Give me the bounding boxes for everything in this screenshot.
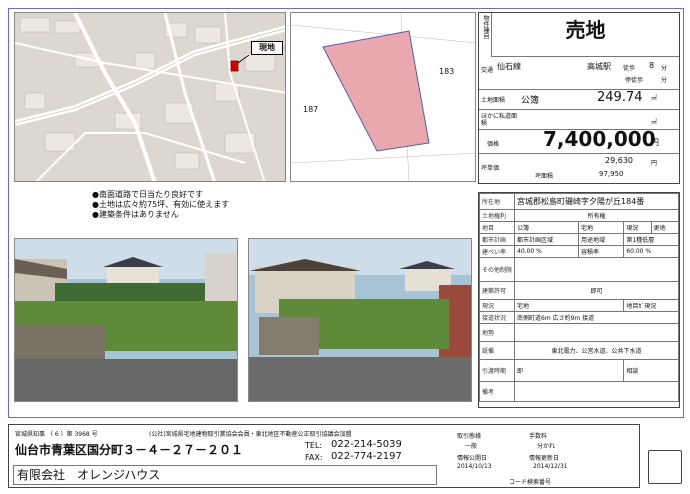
far-value: 60.00 (626, 248, 644, 255)
transport-label: 交通 (481, 67, 494, 74)
land-area-value: 249.74 (597, 90, 643, 105)
tel-label: TEL: (305, 441, 323, 450)
lot-number-left: 187 (303, 105, 319, 114)
location-map: 現地 (14, 12, 286, 182)
price-panel: 物件種目 売地 交通 仙石線 高城駅 徒歩 8 分 停徒歩 分 土地面積 公簿 … (478, 12, 680, 184)
price-unit: 円 (651, 138, 659, 147)
lot-number-right: 183 (439, 67, 455, 76)
rights-value: 所有権 (514, 209, 679, 222)
station-name: 高城駅 (587, 62, 611, 71)
company-address: 仙台市青葉区国分町３－４－２７－２０１ (15, 443, 244, 457)
land-area-unit: ㎡ (651, 95, 658, 102)
coverage-label: 建ぺい率 (478, 245, 516, 258)
feature-list: ●南面道路で日当たり良好です ●土地は広々約75坪、有効に使えます ●建築条件は… (92, 190, 392, 220)
category-kobo: 公簿 (514, 221, 580, 234)
category-label: 地目 (478, 221, 516, 234)
broker-footer: 宮城県知事 （ 6 ）第 3968 号 (公社)宮城県宅地建物取引業協会会員・東… (8, 424, 640, 488)
date-published: 2014/10/13 (457, 463, 492, 470)
feature-item: ●土地は広々約75坪、有効に使えます (92, 200, 230, 209)
site-photo-2-image (249, 239, 471, 401)
date-updated-label: 情報更新日 (529, 455, 560, 462)
use-value: 第1種低層 (623, 233, 679, 246)
zoning-label: 都市計画 (478, 233, 516, 246)
category-kobo-value: 宅地 (578, 221, 625, 234)
walk-label-bus: 停徒歩 (625, 77, 644, 84)
current-value: 宅地 (514, 299, 625, 312)
feature-item: ●南面道路で日当たり良好です (92, 190, 203, 199)
use-label: 用途地域 (578, 233, 625, 246)
rights-label: 土地権利 (478, 209, 516, 222)
property-type-title: 売地 (491, 13, 679, 57)
site-label: 現地 (251, 41, 283, 55)
tsubo-area-value: 97,950 (599, 170, 624, 178)
land-area-label: 土地面積 (481, 97, 506, 104)
category-genkyo: 現況 (623, 221, 652, 234)
date-updated: 2014/12/31 (533, 463, 568, 470)
road-label: 接道状況 (478, 311, 516, 324)
terrain-label: 地勢 (478, 323, 516, 342)
site-photo-2 (248, 238, 472, 402)
fax-label: FAX: (305, 453, 323, 462)
delivery-label: 引渡時期 (478, 359, 516, 382)
map-roads (15, 13, 285, 181)
delivery-b: 相談 (623, 359, 679, 382)
site-photo-1-image (15, 239, 237, 401)
far-unit: % (645, 248, 652, 255)
private-road-unit: ㎡ (651, 119, 658, 126)
private-road-label: ほかに私道面積 (481, 113, 518, 127)
tsubo-area-label: 坪面積 (535, 173, 554, 180)
facilities-value: 東北電力、公営水道、公共下水道 (514, 341, 679, 360)
other-limit-label: その他制限 (478, 257, 516, 282)
railway-line: 仙石線 (497, 62, 521, 71)
details-panel: 所在地 宮城郡松島町磯崎字夕陽が丘184番 土地権利 所有権 地目 公簿 宅地 … (478, 192, 680, 408)
permit-value: 即可 (514, 281, 679, 300)
delivery-a: 即 (514, 359, 625, 382)
site-photo-1 (14, 238, 238, 402)
date-published-label: 情報公開日 (457, 455, 488, 462)
permit-label: 建築許可 (478, 281, 516, 300)
walk-unit-bus: 分 (661, 77, 668, 84)
license-number: 宮城県知事 （ 6 ）第 3968 号 (15, 431, 98, 438)
location-value: 宮城郡松島町磯崎字夕陽が丘184番 (514, 193, 679, 210)
association-text: (公社)宮城県宅地建物取引業協会会員・東北地区不動産公正取引協議会加盟 (149, 431, 352, 438)
tsubo-price-unit: 円 (651, 160, 658, 167)
fee-label: 手数料 (529, 433, 548, 440)
feature-item: ●建築条件はありません (92, 210, 179, 219)
fax-number: 022-774-2197 (331, 451, 402, 462)
walk-unit: 分 (661, 65, 668, 72)
deal-label: 取引態様 (457, 433, 482, 440)
plot-plan: 187 183 (290, 12, 476, 182)
code-label: コード (509, 479, 528, 486)
current-note: 地目ｶﾞ現況 (623, 299, 679, 312)
price-value: 7,400,000 (543, 127, 656, 151)
type-side-label: 物件種目 (482, 15, 489, 39)
zoning-value: 都市計画区域 (514, 233, 580, 246)
coverage-value: 40.00 (517, 248, 535, 255)
current-label: 現況 (478, 299, 516, 312)
facilities-label: 設備 (478, 341, 516, 360)
remarks-label: 備考 (478, 381, 516, 402)
plot-shape (291, 13, 475, 181)
category-genkyo-value: 更地 (650, 221, 680, 234)
location-label: 所在地 (478, 193, 516, 210)
coverage-unit: % (536, 248, 542, 255)
tel-number: 022-214-5039 (331, 439, 402, 450)
tsubo-price-label: 坪単価 (481, 165, 500, 172)
deal-value: 一般 (465, 443, 478, 450)
details-table: 所在地 宮城郡松島町磯崎字夕陽が丘184番 土地権利 所有権 地目 公簿 宅地 … (478, 193, 680, 402)
road-value: 南側町道6m 広さ約9m 接道 (514, 311, 679, 324)
land-area-type: 公簿 (521, 96, 540, 106)
walk-label: 徒歩 (623, 65, 636, 72)
company-name: 有限会社 オレンジハウス (17, 468, 161, 482)
tsubo-price-value: 29,630 (605, 156, 633, 165)
far-label: 容積率 (578, 245, 625, 258)
code-suffix: 検索番号 (527, 479, 552, 486)
stamp-box (648, 450, 682, 484)
price-label: 価格 (487, 141, 500, 148)
fee-value: 分かれ (537, 443, 556, 450)
walk-minutes: 8 (649, 61, 655, 70)
